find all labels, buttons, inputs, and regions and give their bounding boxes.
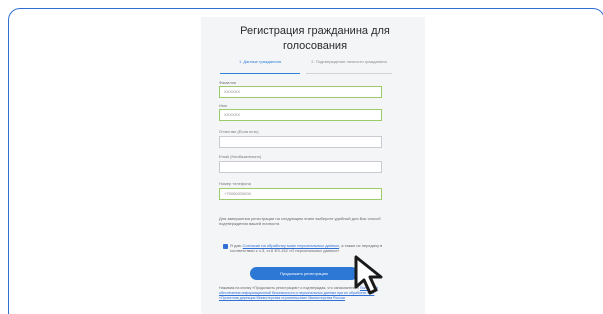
tab-indicator xyxy=(306,73,392,74)
phone-label: Номер телефона xyxy=(219,181,251,186)
name-field[interactable]: XXXXXX xyxy=(219,109,382,121)
legal-prefix: Нажимая на кнопку «Продолжить регистраци… xyxy=(219,286,360,290)
tab-identity-confirmation[interactable]: 2. Подтверждение личности гражданина xyxy=(306,59,392,65)
active-tab-indicator xyxy=(220,73,300,74)
step-tabs: 1. Данные гражданина 2. Подтверждение ли… xyxy=(220,59,392,83)
email-field[interactable] xyxy=(219,161,382,173)
phone-field[interactable]: +79000000000 xyxy=(219,188,382,200)
patronymic-label: Отчество (Если есть) xyxy=(219,129,259,134)
continue-registration-button[interactable]: Продолжить регистрацию xyxy=(250,267,358,280)
page-title: Регистрация гражданина для голосования xyxy=(240,25,390,52)
consent-checkbox[interactable] xyxy=(223,244,228,249)
name-label: Имя xyxy=(219,103,227,108)
surname-label: Фамилия xyxy=(219,80,236,85)
pointer-hand-icon xyxy=(354,255,383,295)
consent-text: Я даю Согласие на обработку моих персона… xyxy=(230,243,390,253)
patronymic-field[interactable] xyxy=(219,136,382,148)
verification-note: Для завершения регистрации на следующем … xyxy=(219,216,381,226)
surname-field[interactable]: XXXXXX xyxy=(219,86,382,98)
email-label: Email (Необязательно) xyxy=(219,154,262,159)
tab-citizen-data[interactable]: 1. Данные гражданина xyxy=(220,59,300,65)
